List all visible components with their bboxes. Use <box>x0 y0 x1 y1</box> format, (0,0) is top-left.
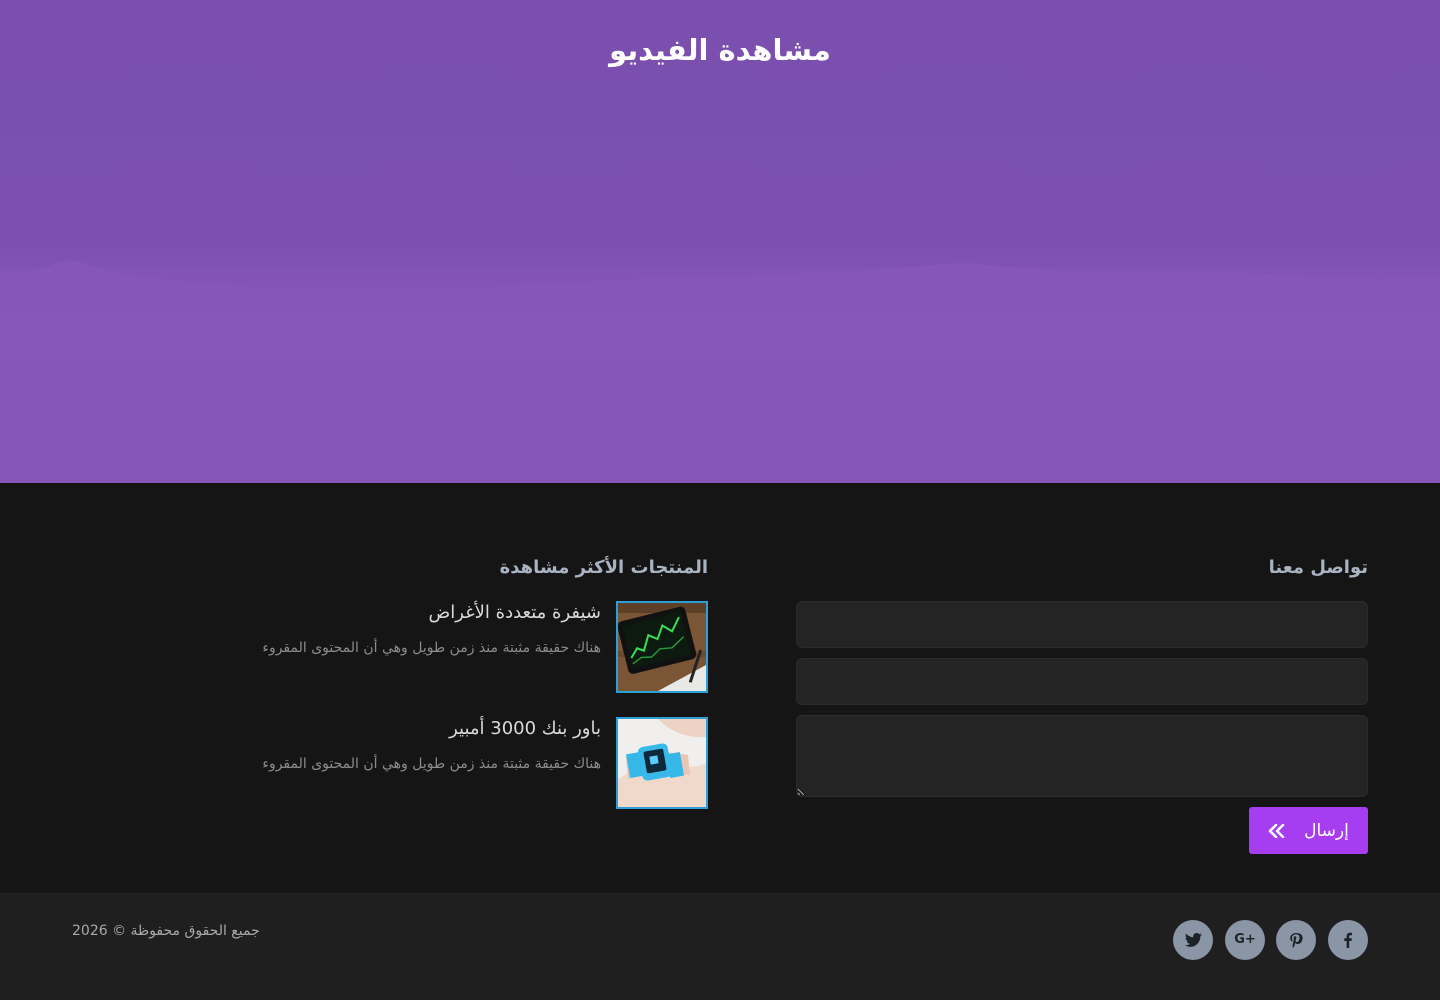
tablet-chart-image <box>618 603 706 691</box>
product-item: باور بنك 3000 أمبير هناك حقيقة مثبتة منذ… <box>208 717 708 809</box>
name-field[interactable] <box>796 601 1368 648</box>
double-chevron-left-icon <box>1268 823 1285 838</box>
products-section-title: المنتجات الأكثر مشاهدة <box>499 557 708 578</box>
footer-bottom-bar: G+ جميع الحقوق محفوظة © 2026 <box>0 893 1440 1000</box>
twitter-icon <box>1184 933 1202 947</box>
contact-section-title: تواصل معنا <box>1268 557 1368 578</box>
copyright-text: جميع الحقوق محفوظة © 2026 <box>72 923 260 939</box>
send-button-label: إرسال <box>1304 820 1349 841</box>
pinterest-link[interactable] <box>1276 920 1316 960</box>
product-description: هناك حقيقة مثبتة منذ زمن طويل وهي أن الم… <box>262 640 601 656</box>
product-item: شيفرة متعددة الأغراض هناك حقيقة مثبتة من… <box>208 601 708 693</box>
google-plus-link[interactable]: G+ <box>1225 920 1265 960</box>
hero-background-texture <box>0 259 1440 315</box>
message-textarea[interactable] <box>796 715 1368 797</box>
email-field[interactable] <box>796 658 1368 705</box>
send-button[interactable]: إرسال <box>1249 807 1368 854</box>
pinterest-icon <box>1290 933 1303 948</box>
product-thumbnail-watch[interactable] <box>616 717 708 809</box>
product-name[interactable]: باور بنك 3000 أمبير <box>211 717 601 741</box>
product-thumbnail-tablet[interactable] <box>616 601 708 693</box>
google-plus-icon: G+ <box>1234 932 1256 947</box>
page: مشاهدة الفيديو تواصل معنا إرسال المنتجات… <box>0 0 1440 1000</box>
product-name[interactable]: شيفرة متعددة الأغراض <box>211 601 601 625</box>
video-hero-section: مشاهدة الفيديو <box>0 0 1440 483</box>
facebook-link[interactable] <box>1328 920 1368 960</box>
product-description: هناك حقيقة مثبتة منذ زمن طويل وهي أن الم… <box>262 756 601 772</box>
facebook-icon <box>1344 932 1352 948</box>
hero-title: مشاهدة الفيديو <box>609 33 831 67</box>
twitter-link[interactable] <box>1173 920 1213 960</box>
smartwatch-image <box>618 719 706 807</box>
footer-widgets: تواصل معنا إرسال المنتجات الأكثر مشاهدة <box>0 483 1440 893</box>
